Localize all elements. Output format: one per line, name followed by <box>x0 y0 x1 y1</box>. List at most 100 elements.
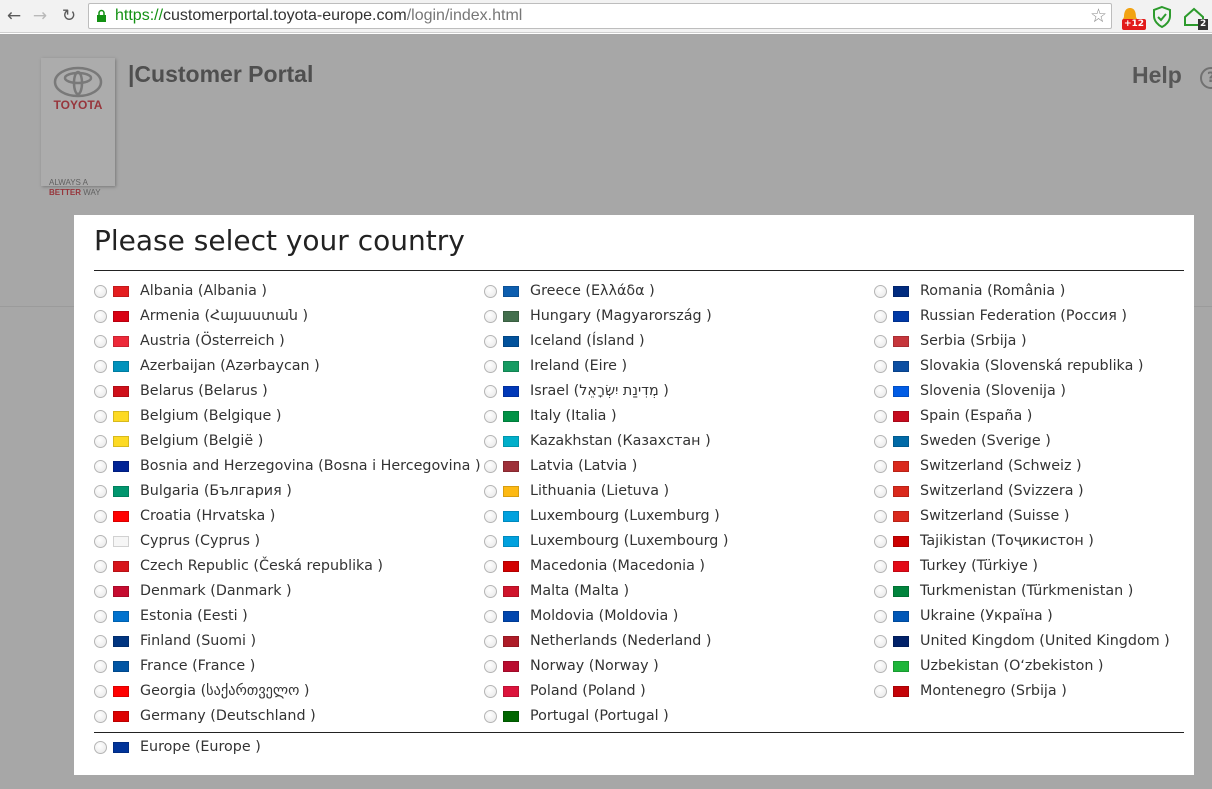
country-option[interactable]: Georgia (საქართველო ) <box>94 680 310 702</box>
country-option[interactable]: Slovakia (Slovenská republika ) <box>874 355 1143 377</box>
radio-button[interactable] <box>484 409 497 423</box>
radio-button[interactable] <box>484 509 497 523</box>
country-option[interactable]: Malta (Malta ) <box>484 580 629 602</box>
country-option[interactable]: Latvia (Latvia ) <box>484 455 637 477</box>
radio-button[interactable] <box>94 359 107 373</box>
country-option[interactable]: Azerbaijan (Azərbaycan ) <box>94 355 320 377</box>
radio-button[interactable] <box>874 659 887 673</box>
radio-button[interactable] <box>484 709 497 723</box>
radio-button[interactable] <box>874 534 887 548</box>
country-option[interactable]: Russian Federation (Россия ) <box>874 305 1127 327</box>
radio-button[interactable] <box>94 409 107 423</box>
country-option[interactable]: Netherlands (Nederland ) <box>484 630 712 652</box>
country-option[interactable]: Switzerland (Suisse ) <box>874 505 1069 527</box>
radio-button[interactable] <box>874 609 887 623</box>
radio-button[interactable] <box>874 559 887 573</box>
country-option[interactable]: Tajikistan (Тоҷикистон ) <box>874 530 1094 552</box>
radio-button[interactable] <box>874 334 887 348</box>
radio-button[interactable] <box>94 509 107 523</box>
radio-button[interactable] <box>484 634 497 648</box>
radio-button[interactable] <box>484 609 497 623</box>
radio-button[interactable] <box>94 709 107 723</box>
country-option[interactable]: Estonia (Eesti ) <box>94 605 248 627</box>
country-option[interactable]: Denmark (Danmark ) <box>94 580 292 602</box>
radio-button[interactable] <box>94 459 107 473</box>
radio-button[interactable] <box>484 359 497 373</box>
country-option[interactable]: Belarus (Belarus ) <box>94 380 268 402</box>
country-option[interactable]: Israel (מְדִינַת יִשְׂרָאֵל ) <box>484 380 669 402</box>
country-option[interactable]: Portugal (Portugal ) <box>484 705 669 727</box>
radio-button[interactable] <box>94 559 107 573</box>
reload-icon[interactable]: ↻ <box>58 5 80 27</box>
country-option[interactable]: Ukraine (Україна ) <box>874 605 1053 627</box>
radio-button[interactable] <box>94 334 107 348</box>
radio-button[interactable] <box>484 434 497 448</box>
shield-check-icon[interactable] <box>1150 5 1174 29</box>
radio-button[interactable] <box>94 534 107 548</box>
country-option[interactable]: Croatia (Hrvatska ) <box>94 505 275 527</box>
radio-button[interactable] <box>94 484 107 498</box>
country-option[interactable]: Austria (Österreich ) <box>94 330 285 352</box>
country-option[interactable]: Bulgaria (България ) <box>94 480 292 502</box>
country-option[interactable]: Slovenia (Slovenija ) <box>874 380 1066 402</box>
country-option[interactable]: Turkey (Türkiye ) <box>874 555 1038 577</box>
country-option[interactable]: Luxembourg (Luxemburg ) <box>484 505 720 527</box>
radio-button[interactable] <box>484 659 497 673</box>
radio-button[interactable] <box>94 659 107 673</box>
country-option[interactable]: Poland (Poland ) <box>484 680 646 702</box>
country-option[interactable]: Sweden (Sverige ) <box>874 430 1051 452</box>
country-option[interactable]: Montenegro (Srbija ) <box>874 680 1067 702</box>
radio-button[interactable] <box>484 309 497 323</box>
country-option[interactable]: Uzbekistan (Oʻzbekiston ) <box>874 655 1104 677</box>
radio-button[interactable] <box>94 740 107 754</box>
country-option[interactable]: Iceland (Ísland ) <box>484 330 645 352</box>
back-icon[interactable]: ← <box>3 5 25 27</box>
country-option[interactable]: Germany (Deutschland ) <box>94 705 316 727</box>
country-option[interactable]: Serbia (Srbija ) <box>874 330 1027 352</box>
radio-button[interactable] <box>484 684 497 698</box>
radio-button[interactable] <box>484 559 497 573</box>
country-option[interactable]: Switzerland (Schweiz ) <box>874 455 1082 477</box>
radio-button[interactable] <box>874 434 887 448</box>
radio-button[interactable] <box>484 334 497 348</box>
country-option[interactable]: Macedonia (Macedonia ) <box>484 555 705 577</box>
radio-button[interactable] <box>874 309 887 323</box>
country-option[interactable]: United Kingdom (United Kingdom ) <box>874 630 1170 652</box>
country-option[interactable]: France (France ) <box>94 655 255 677</box>
country-option[interactable]: Bosnia and Herzegovina (Bosna i Hercegov… <box>94 455 481 477</box>
country-option[interactable]: Albania (Albania ) <box>94 280 267 302</box>
radio-button[interactable] <box>874 284 887 298</box>
country-option[interactable]: Ireland (Eire ) <box>484 355 627 377</box>
radio-button[interactable] <box>94 609 107 623</box>
radio-button[interactable] <box>484 534 497 548</box>
country-option[interactable]: Turkmenistan (Türkmenistan ) <box>874 580 1133 602</box>
radio-button[interactable] <box>874 684 887 698</box>
radio-button[interactable] <box>94 284 107 298</box>
radio-button[interactable] <box>874 634 887 648</box>
country-option[interactable]: Hungary (Magyarország ) <box>484 305 712 327</box>
radio-button[interactable] <box>484 459 497 473</box>
country-option[interactable]: Luxembourg (Luxembourg ) <box>484 530 728 552</box>
country-option[interactable]: Romania (România ) <box>874 280 1065 302</box>
radio-button[interactable] <box>484 284 497 298</box>
radio-button[interactable] <box>94 384 107 398</box>
country-option[interactable]: Moldovia (Moldovia ) <box>484 605 678 627</box>
country-option[interactable]: Finland (Suomi ) <box>94 630 256 652</box>
country-option[interactable]: Italy (Italia ) <box>484 405 617 427</box>
radio-button[interactable] <box>874 409 887 423</box>
radio-button[interactable] <box>484 484 497 498</box>
radio-button[interactable] <box>484 584 497 598</box>
country-option[interactable]: Belgium (Belgique ) <box>94 405 281 427</box>
country-option[interactable]: Czech Republic (Česká republika ) <box>94 555 383 577</box>
radio-button[interactable] <box>94 634 107 648</box>
country-option[interactable]: Greece (Ελλάδα ) <box>484 280 655 302</box>
country-option[interactable]: Kazakhstan (Казахстан ) <box>484 430 711 452</box>
country-option[interactable]: Norway (Norway ) <box>484 655 659 677</box>
radio-button[interactable] <box>484 384 497 398</box>
bookmark-star-icon[interactable]: ☆ <box>1090 5 1107 27</box>
radio-button[interactable] <box>874 384 887 398</box>
radio-button[interactable] <box>874 509 887 523</box>
radio-button[interactable] <box>94 309 107 323</box>
radio-button[interactable] <box>94 584 107 598</box>
country-option[interactable]: Europe (Europe ) <box>94 736 261 758</box>
